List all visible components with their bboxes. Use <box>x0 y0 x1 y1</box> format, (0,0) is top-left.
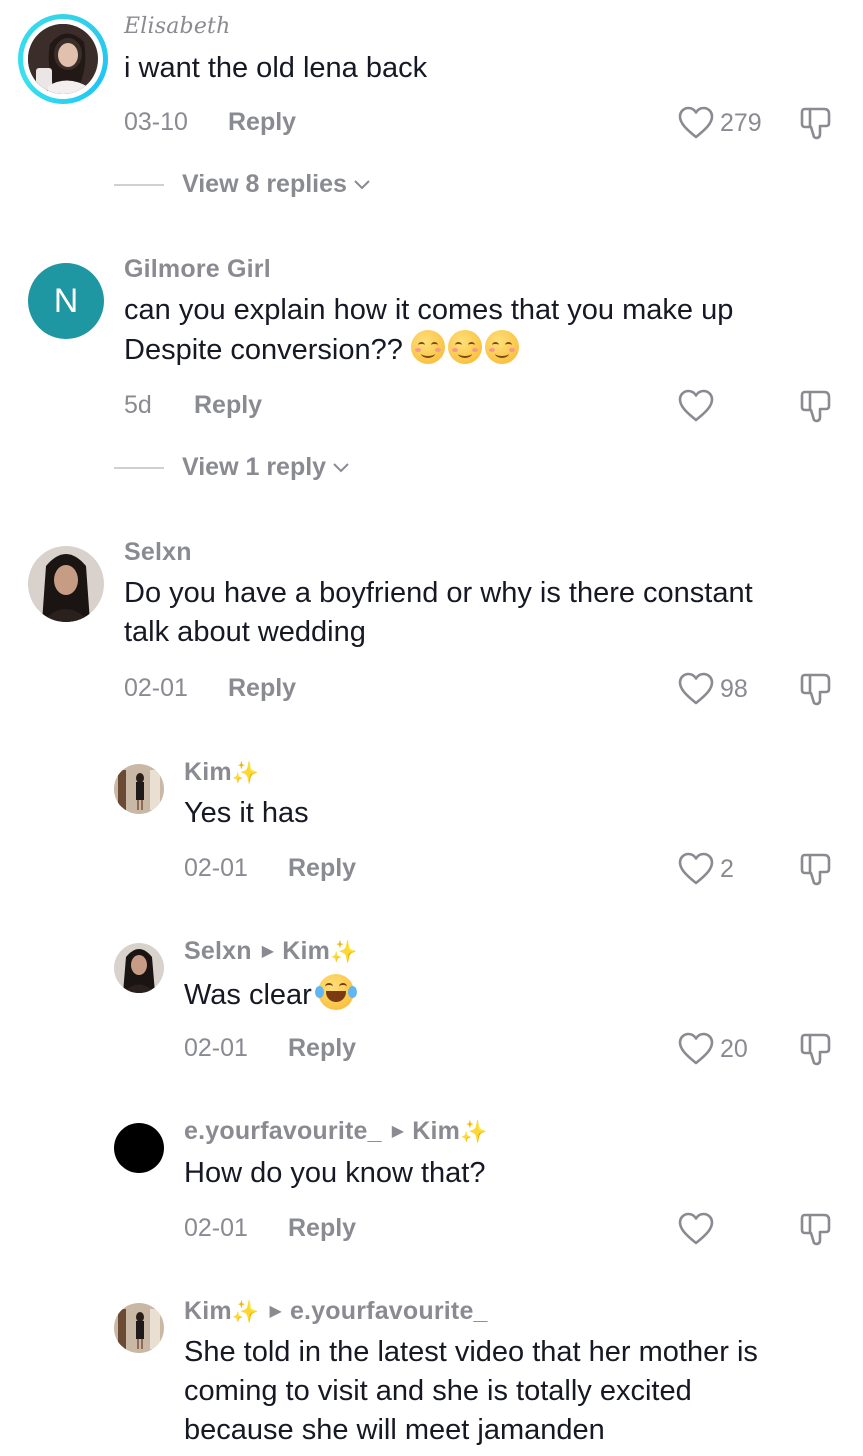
sparkles-emoji: ✨ <box>231 1299 260 1324</box>
smiling-face-emoji <box>447 330 482 364</box>
avatar[interactable] <box>114 943 164 993</box>
reply-text: She told in the latest video that her mo… <box>184 1336 758 1446</box>
sparkles-emoji: ✨ <box>460 1119 488 1144</box>
divider-line <box>114 466 164 469</box>
dislike-button[interactable] <box>798 388 834 429</box>
reply-to-arrow-icon: ▶ <box>391 1123 405 1140</box>
thumbs-down-icon <box>800 1213 831 1246</box>
divider-line <box>114 183 164 186</box>
heart-icon <box>678 672 714 705</box>
reply-date: 02-01 <box>184 1214 248 1242</box>
reply-button[interactable]: Reply <box>288 1034 356 1062</box>
comment-text: i want the old lena back <box>124 52 428 84</box>
like-button[interactable]: 279 <box>678 105 762 141</box>
reply-button[interactable]: Reply <box>288 1214 356 1242</box>
thumbs-down-icon <box>800 107 831 140</box>
reply-date: 02-01 <box>184 1034 248 1062</box>
avatar[interactable] <box>28 546 104 622</box>
like-button[interactable] <box>678 1211 720 1247</box>
reply-button[interactable]: Reply <box>228 108 296 136</box>
smiling-face-emoji <box>484 330 519 364</box>
tears-of-joy-emoji <box>314 974 357 1010</box>
smiling-face-emoji <box>410 330 445 364</box>
heart-icon <box>678 1032 714 1065</box>
comment-text: Do you have a boyfriend or why is there … <box>124 577 753 648</box>
avatar[interactable]: N <box>28 263 104 339</box>
reply-username[interactable]: Kim✨ ▶ e.yourfavourite_ <box>184 1297 488 1326</box>
avatar-letter: N <box>53 281 79 320</box>
comment-meta: 02-01 Reply <box>124 674 296 703</box>
thumbs-down-icon <box>800 1033 831 1066</box>
heart-icon <box>678 1212 714 1245</box>
reply-date: 02-01 <box>184 854 248 882</box>
avatar[interactable] <box>114 1123 164 1173</box>
reply-meta: 02-01 Reply <box>184 854 356 883</box>
like-button[interactable] <box>678 388 720 424</box>
comment-username[interactable]: Elisabeth <box>124 14 230 39</box>
reply-username[interactable]: Selxn ▶ Kim✨ <box>184 937 358 966</box>
comment-date: 02-01 <box>124 674 188 702</box>
thumbs-down-icon <box>800 390 831 423</box>
heart-icon <box>678 106 714 139</box>
dislike-button[interactable] <box>798 851 834 892</box>
comment-username[interactable]: Selxn <box>124 538 192 567</box>
comment-text: can you explain how it comes that you ma… <box>124 291 733 370</box>
reply-text: Yes it has <box>184 797 309 829</box>
reply-text: How do you know that? <box>184 1157 486 1189</box>
comment-meta: 03-10 Reply <box>124 108 296 137</box>
sparkles-emoji: ✨ <box>231 760 260 785</box>
reply-to-arrow-icon: ▶ <box>261 943 275 960</box>
reply-to-username[interactable]: Kim <box>412 1117 460 1145</box>
comment-meta: 5d Reply <box>124 391 262 420</box>
dislike-button[interactable] <box>798 671 834 712</box>
view-replies-label: View 1 reply <box>182 453 327 481</box>
reply-text: Was clear <box>184 974 357 1015</box>
like-button[interactable]: 98 <box>678 671 748 707</box>
like-button[interactable]: 2 <box>678 851 734 887</box>
dislike-button[interactable] <box>798 1031 834 1072</box>
view-replies-label: View 8 replies <box>182 170 347 198</box>
reply-to-username[interactable]: e.yourfavourite_ <box>290 1297 488 1325</box>
comment-username[interactable]: Gilmore Girl <box>124 255 271 284</box>
heart-icon <box>678 852 714 885</box>
reply-button[interactable]: Reply <box>228 674 296 702</box>
heart-icon <box>678 389 714 422</box>
reply-username[interactable]: e.yourfavourite_ ▶ Kim✨ <box>184 1117 488 1146</box>
sparkles-emoji: ✨ <box>330 939 358 964</box>
reply-meta: 02-01 Reply <box>184 1034 356 1063</box>
reply-button[interactable]: Reply <box>288 854 356 882</box>
reply-meta: 02-01 Reply <box>184 1214 356 1243</box>
chevron-down-icon <box>354 179 370 189</box>
like-button[interactable]: 20 <box>678 1031 748 1067</box>
like-count: 2 <box>720 854 734 883</box>
dislike-button[interactable] <box>798 105 834 146</box>
reply-button[interactable]: Reply <box>194 391 262 419</box>
reply-username[interactable]: Kim✨ <box>184 758 259 787</box>
chevron-down-icon <box>333 462 349 472</box>
thumbs-down-icon <box>800 853 831 886</box>
reply-to-username[interactable]: Kim <box>282 937 330 965</box>
view-replies-button[interactable]: View 8 replies <box>114 170 371 199</box>
thumbs-down-icon <box>800 673 831 706</box>
like-count: 279 <box>720 108 762 137</box>
comment-date: 03-10 <box>124 108 188 136</box>
avatar[interactable] <box>114 764 164 814</box>
like-count: 20 <box>720 1034 748 1063</box>
dislike-button[interactable] <box>798 1211 834 1252</box>
comment-date: 5d <box>124 391 152 419</box>
view-replies-button[interactable]: View 1 reply <box>114 453 350 482</box>
like-count: 98 <box>720 674 748 703</box>
avatar[interactable] <box>114 1303 164 1353</box>
avatar[interactable] <box>28 24 98 94</box>
reply-to-arrow-icon: ▶ <box>269 1303 282 1320</box>
